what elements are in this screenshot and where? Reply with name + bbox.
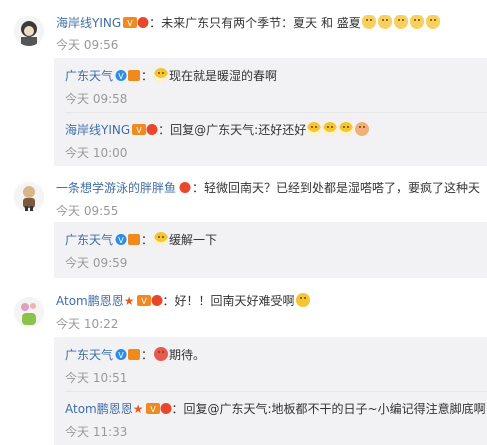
- reply-list: 广东天气 V ： 缓解一下 今天 09:59: [54, 222, 487, 278]
- vip-badge-icon: V: [145, 402, 172, 419]
- reply-username[interactable]: 广东天气: [65, 348, 113, 362]
- reply-username[interactable]: Atom鹏恩恩: [65, 402, 133, 416]
- cat-emoji-icon: [361, 15, 376, 29]
- reply-time: 今天 09:58: [65, 92, 128, 106]
- sweat-emoji-icon: [295, 293, 310, 307]
- cat-emoji-icon: [425, 15, 440, 29]
- comment-text: ：好！！回南天好难受啊: [162, 294, 295, 308]
- vip-badge-icon: V: [123, 16, 149, 33]
- laugh-emoji-icon: [307, 122, 322, 136]
- star-icon: ★: [123, 294, 135, 308]
- laugh-emoji-icon: [154, 232, 169, 246]
- cat-emoji-icon: [377, 15, 392, 29]
- divider: [65, 391, 487, 392]
- laugh-emoji-icon: [339, 122, 354, 136]
- comment-item: Atom鹏恩恩★ V ：好！！回南天好难受啊 今天 10:22 广东天气 V：期待。 …: [0, 281, 487, 445]
- comment-text: ：轻微回南天？已经到处都是湿嗒嗒了，要疯了这种天: [192, 181, 481, 195]
- verified-badge-icon: V: [115, 348, 141, 365]
- avatar[interactable]: [14, 297, 44, 327]
- reply-time: 今天 10:00: [65, 146, 128, 160]
- reply-text: 期待。: [169, 348, 206, 362]
- reply-colon: ：: [141, 233, 154, 247]
- reply-text: 缓解一下: [169, 233, 218, 247]
- verified-badge-icon: V: [115, 69, 141, 86]
- verified-badge-icon: V: [115, 233, 141, 250]
- comment-username[interactable]: 海岸线YING: [56, 16, 121, 30]
- reply-list: 广东天气 V ： 期待。 今天 10:51 Atom鹏恩恩★ V ：回复@广东天气:地板都…: [54, 337, 487, 445]
- reply-colon: ：: [141, 348, 154, 362]
- svg-text:V: V: [118, 236, 124, 245]
- avatar[interactable]: [14, 182, 44, 212]
- reply-time: 今天 11:33: [65, 425, 128, 439]
- reply-list: 广东天气 V ： 现在就是暖湿的春啊 今天 09:58 海岸线YING V ：回复@广东天…: [54, 58, 487, 166]
- vip-badge-icon: V: [132, 123, 158, 140]
- reply-time: 今天 10:51: [65, 371, 128, 385]
- laugh-emoji-icon: [323, 122, 338, 136]
- laugh-emoji-icon: [154, 68, 169, 82]
- reply-username[interactable]: 广东天气: [65, 69, 113, 83]
- money-emoji-icon: [154, 347, 169, 361]
- reply-username[interactable]: 广东天气: [65, 233, 113, 247]
- shy-emoji-icon: [355, 122, 370, 136]
- svg-text:V: V: [150, 405, 156, 414]
- divider: [65, 112, 487, 113]
- svg-text:V: V: [118, 72, 124, 81]
- star-icon: ★: [132, 402, 144, 416]
- reply-text: ：回复@广东天气:地板都不干的日子~小编记得注意脚底啊: [171, 402, 486, 416]
- reply-text: ：回复@广东天气:还好还好: [158, 123, 307, 137]
- level-badge-icon: [178, 181, 192, 198]
- reply-colon: ：: [141, 69, 154, 83]
- comment-username[interactable]: Atom鹏恩恩: [56, 294, 124, 308]
- comment-time: 今天 10:22: [56, 317, 119, 331]
- avatar[interactable]: [14, 16, 44, 46]
- reply-text: 现在就是暖湿的春啊: [169, 69, 278, 83]
- reply-username[interactable]: 海岸线YING: [65, 123, 130, 137]
- comment-time: 今天 09:55: [56, 204, 119, 218]
- comment-time: 今天 09:56: [56, 38, 119, 52]
- svg-text:V: V: [127, 19, 133, 28]
- comment-username[interactable]: 一条想学游泳的胖胖鱼: [56, 181, 176, 195]
- comment-text: ：未来广东只有两个季节：夏天 和 盛夏: [149, 16, 361, 30]
- comment-item: 海岸线YING V ：未来广东只有两个季节：夏天 和 盛夏 今天 09:56 广东天…: [0, 0, 487, 166]
- cat-emoji-icon: [393, 15, 408, 29]
- cat-emoji-icon: [409, 15, 424, 29]
- svg-text:V: V: [136, 126, 142, 135]
- svg-text:V: V: [118, 351, 124, 360]
- vip-badge-icon: V: [136, 294, 163, 311]
- reply-time: 今天 09:59: [65, 256, 128, 270]
- svg-text:V: V: [141, 297, 147, 306]
- comment-item: 一条想学游泳的胖胖鱼 ：轻微回南天？已经到处都是湿嗒嗒了，要疯了这种天 今天 09…: [0, 168, 487, 280]
